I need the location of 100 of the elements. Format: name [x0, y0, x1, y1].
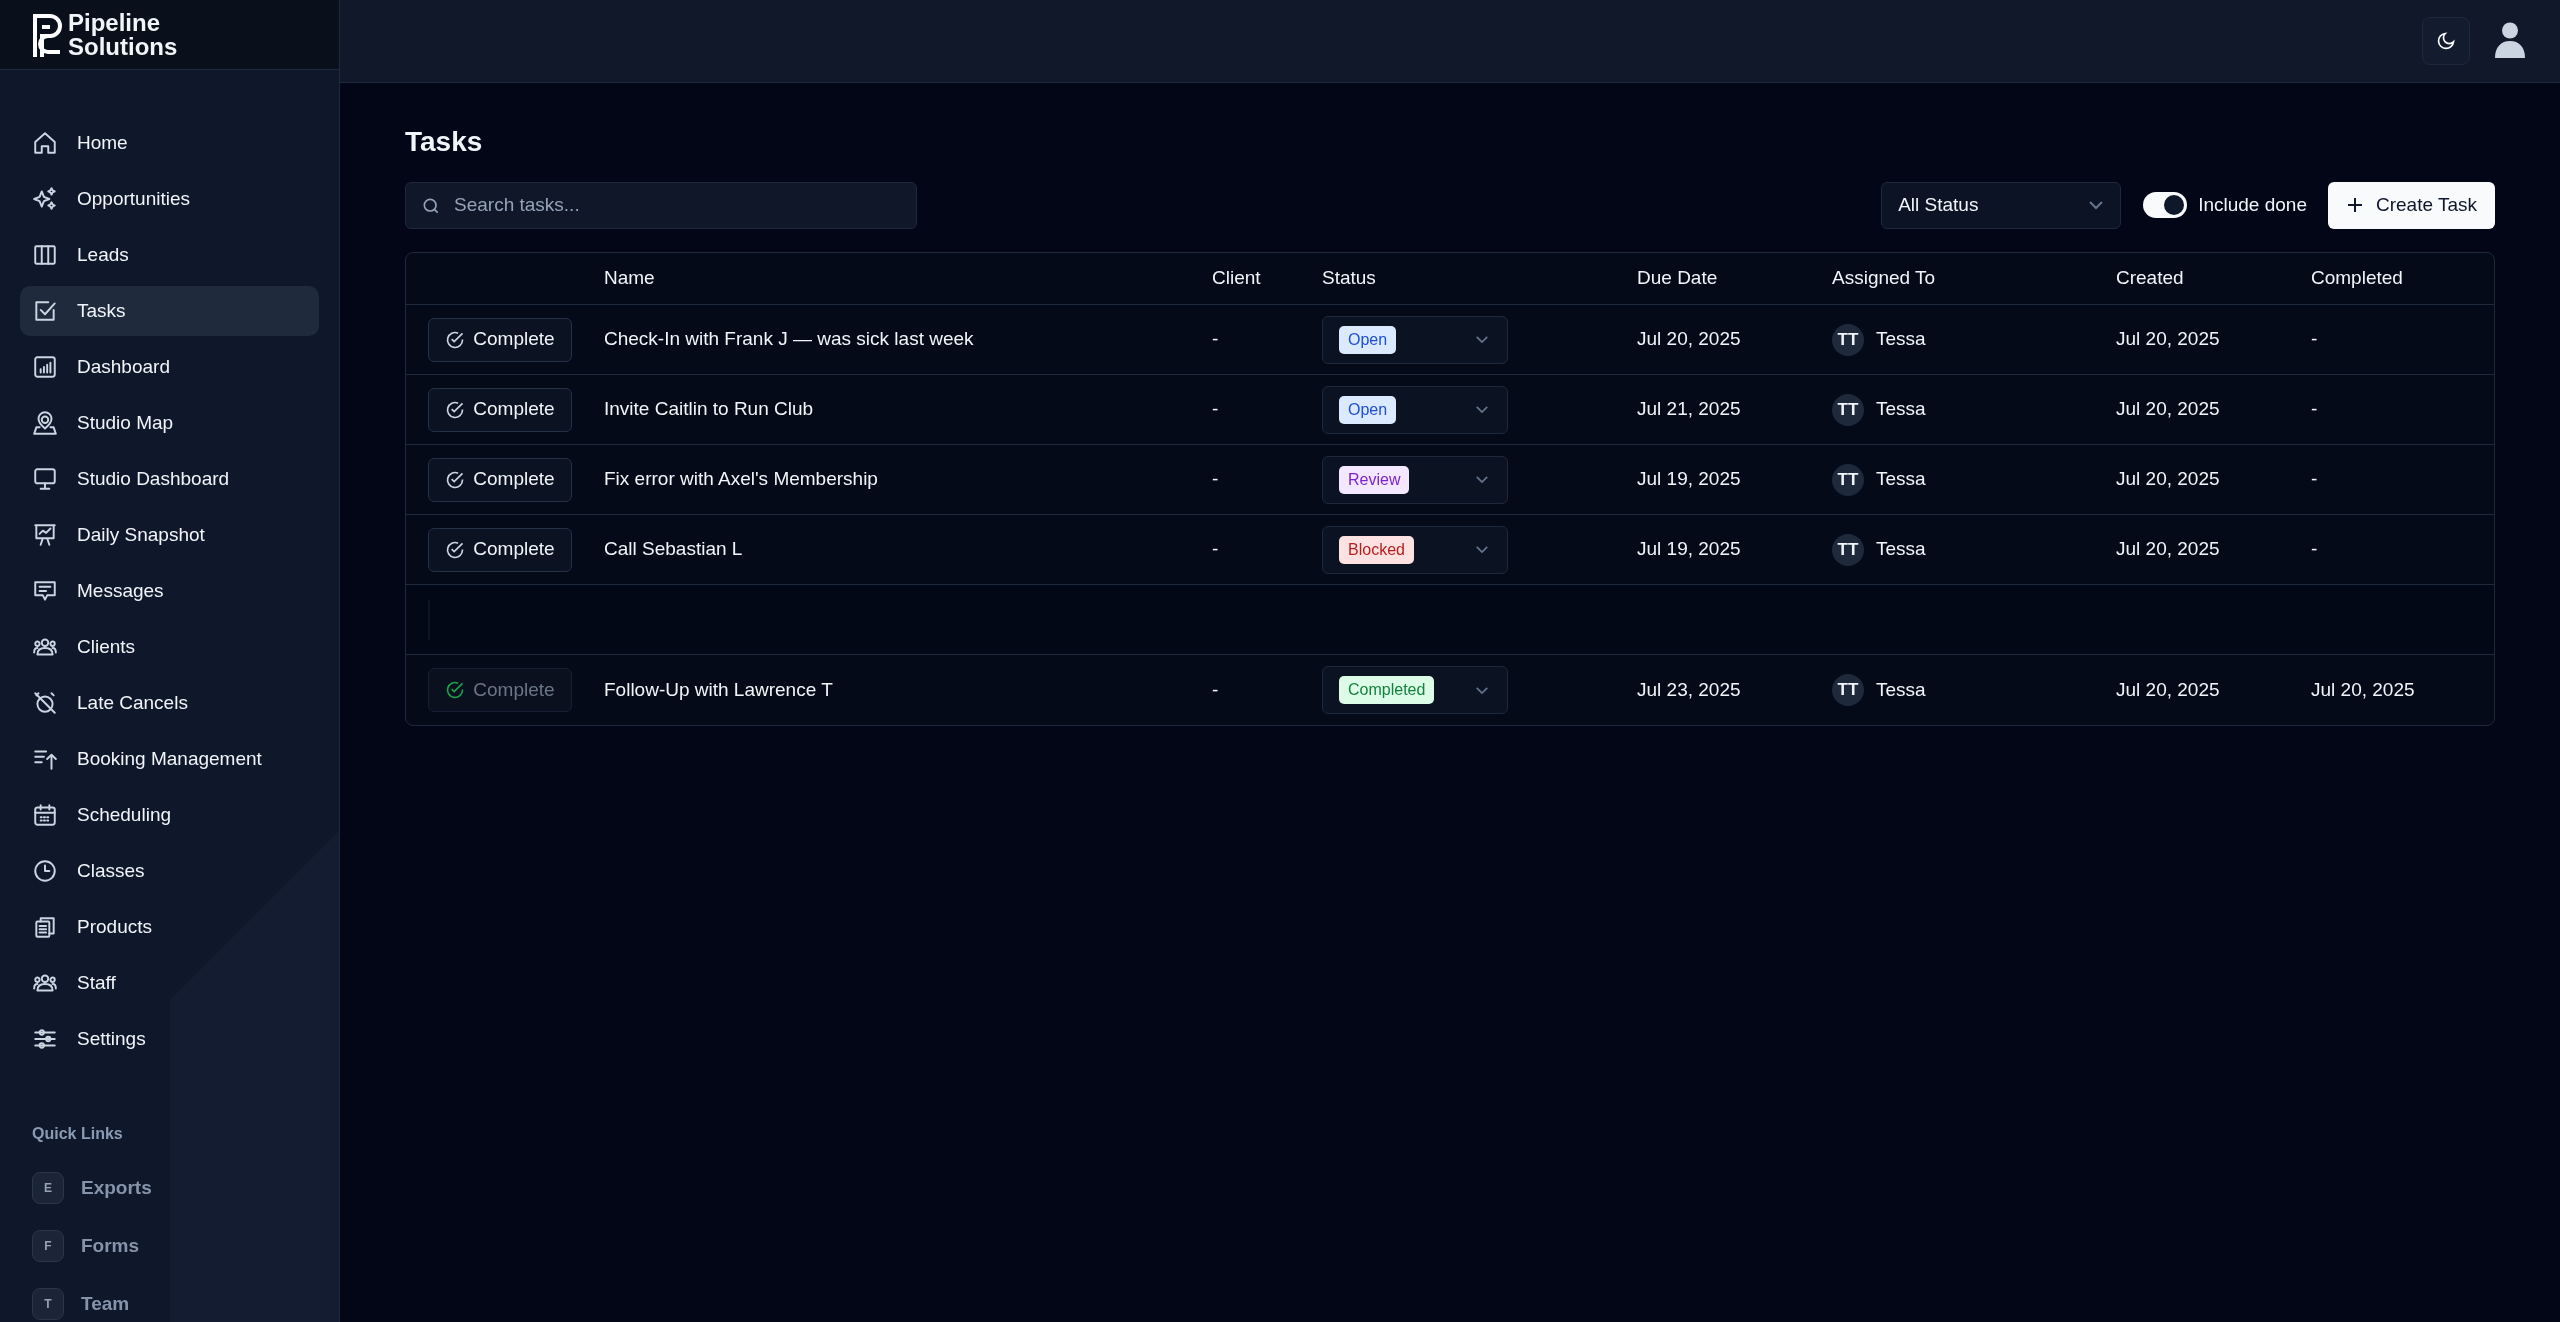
- sidebar-item[interactable]: Booking Management: [20, 734, 319, 784]
- table-cell-text: Jul 19, 2025: [1637, 537, 1742, 562]
- columns-icon: [32, 242, 58, 268]
- brand-name: Solutions: [68, 34, 178, 59]
- chevron-down-icon: [1475, 475, 1489, 484]
- sidebar-item[interactable]: Clients: [20, 622, 319, 672]
- status-badge: Completed: [1339, 676, 1435, 704]
- sidebar-item[interactable]: Leads: [20, 230, 319, 280]
- alarm-off-icon: [32, 690, 58, 716]
- complete-button[interactable]: Complete: [428, 317, 572, 362]
- chevron-down-icon: [1475, 335, 1489, 344]
- sliders-icon: [32, 1026, 58, 1052]
- status-badge: Blocked: [1339, 535, 1414, 564]
- table-cell-text: Jul 20, 2025: [2116, 537, 2221, 562]
- user-avatar-icon[interactable]: [2494, 22, 2526, 60]
- avatar-initials: TT: [1832, 323, 1864, 356]
- check-circle-icon: [445, 469, 466, 490]
- sidebar-item[interactable]: Products: [20, 902, 319, 952]
- complete-button[interactable]: Complete: [428, 527, 572, 572]
- page-title: Tasks: [405, 125, 484, 159]
- table-cell-text: Tessa: [1876, 397, 1926, 422]
- table-cell-text: -: [2311, 327, 2319, 352]
- sidebar-item[interactable]: Settings: [20, 1014, 319, 1064]
- column-header: Name: [604, 266, 656, 291]
- table-cell-text: Jul 20, 2025: [2311, 677, 2416, 702]
- complete-button[interactable]: Complete: [428, 387, 572, 432]
- quick-link[interactable]: T Team: [32, 1286, 307, 1322]
- create-task-button[interactable]: Create Task: [2327, 181, 2495, 229]
- sidebar-item[interactable]: Staff: [20, 958, 319, 1008]
- home-icon: [32, 130, 58, 156]
- sidebar-item[interactable]: Studio Map: [20, 398, 319, 448]
- status-badge: Open: [1339, 325, 1397, 354]
- sidebar-item[interactable]: Studio Dashboard: [20, 454, 319, 504]
- sidebar-item[interactable]: Opportunities: [20, 174, 319, 224]
- monitor-icon: [32, 466, 58, 492]
- calendar-icon: [32, 802, 58, 828]
- avatar-initials: TT: [1832, 393, 1864, 426]
- column-header: Created: [2116, 266, 2185, 291]
- status-dropdown[interactable]: Review: [1322, 455, 1508, 504]
- chevron-down-icon: [1475, 405, 1489, 414]
- search-field[interactable]: Search tasks...: [405, 181, 917, 229]
- theme-toggle-button[interactable]: [2422, 17, 2470, 65]
- include-done-switch[interactable]: [2143, 192, 2188, 218]
- check-circle-icon: [445, 329, 466, 350]
- sidebar-item[interactable]: Late Cancels: [20, 678, 319, 728]
- column-header: Assigned To: [1832, 266, 1937, 291]
- status-dropdown[interactable]: Blocked: [1322, 525, 1508, 574]
- chevron-down-icon: [2088, 200, 2105, 210]
- table-cell-text: -: [1212, 537, 1220, 562]
- sidebar-item[interactable]: Home: [20, 118, 319, 168]
- table-cell-text: -: [1212, 327, 1220, 352]
- status-filter-dropdown[interactable]: All Status: [1881, 181, 2122, 229]
- status-dropdown[interactable]: Open: [1322, 385, 1508, 434]
- table-cell-text: Jul 23, 2025: [1637, 677, 1742, 702]
- checkbox-icon: [32, 298, 58, 324]
- sidebar-item[interactable]: Classes: [20, 846, 319, 896]
- sidebar-item[interactable]: Tasks: [20, 286, 319, 336]
- bar-chart-icon: [32, 354, 58, 380]
- brand-name: Pipeline: [68, 10, 161, 35]
- column-header: Due Date: [1637, 266, 1719, 291]
- check-circle-icon: [445, 539, 466, 560]
- quick-link[interactable]: F Forms: [32, 1228, 307, 1264]
- table-cell-text: Tessa: [1876, 467, 1926, 492]
- sidebar-item[interactable]: Scheduling: [20, 790, 319, 840]
- sidebar-item[interactable]: Dashboard: [20, 342, 319, 392]
- chevron-down-icon: [1475, 545, 1489, 554]
- table-cell-text: -: [1212, 677, 1220, 702]
- status-badge: Review: [1339, 465, 1410, 494]
- sidebar-item[interactable]: Daily Snapshot: [20, 510, 319, 560]
- status-dropdown[interactable]: Completed: [1322, 666, 1508, 714]
- table-cell-text: Jul 20, 2025: [1637, 327, 1742, 352]
- plus-icon: [2345, 196, 2364, 214]
- table-cell-text: -: [2311, 537, 2319, 562]
- sparkles-icon: [32, 186, 58, 212]
- sidebar-item[interactable]: Messages: [20, 566, 319, 616]
- table-cell-text: Jul 20, 2025: [2116, 397, 2221, 422]
- chevron-down-icon: [1475, 685, 1489, 695]
- logo-icon: [32, 12, 62, 57]
- column-header: Completed: [2311, 266, 2404, 291]
- presentation-icon: [32, 522, 58, 548]
- status-badge: Open: [1339, 395, 1397, 424]
- section-heading: Quick Links: [32, 1124, 124, 1144]
- table-cell-text: Follow-Up with Lawrence T: [604, 677, 834, 702]
- avatar-initials: TT: [1832, 463, 1864, 496]
- map-pin-icon: [32, 410, 58, 436]
- table-cell-text: Jul 21, 2025: [1637, 397, 1742, 422]
- table-cell-text: Jul 20, 2025: [2116, 677, 2221, 702]
- table-cell-text: Tessa: [1876, 677, 1926, 702]
- quick-link[interactable]: E Exports: [32, 1170, 307, 1206]
- message-icon: [32, 578, 58, 604]
- switch-label: Include done: [2198, 192, 2307, 217]
- table-cell-text: -: [2311, 397, 2319, 422]
- clipboards-icon: [32, 914, 58, 940]
- table-cell-text: Jul 20, 2025: [2116, 467, 2221, 492]
- moon-icon: [2436, 31, 2456, 51]
- table-cell-text: -: [2311, 467, 2319, 492]
- status-dropdown[interactable]: Open: [1322, 315, 1508, 364]
- table-cell-text: -: [1212, 467, 1220, 492]
- table-cell-text: -: [1212, 397, 1220, 422]
- complete-button[interactable]: Complete: [428, 457, 572, 502]
